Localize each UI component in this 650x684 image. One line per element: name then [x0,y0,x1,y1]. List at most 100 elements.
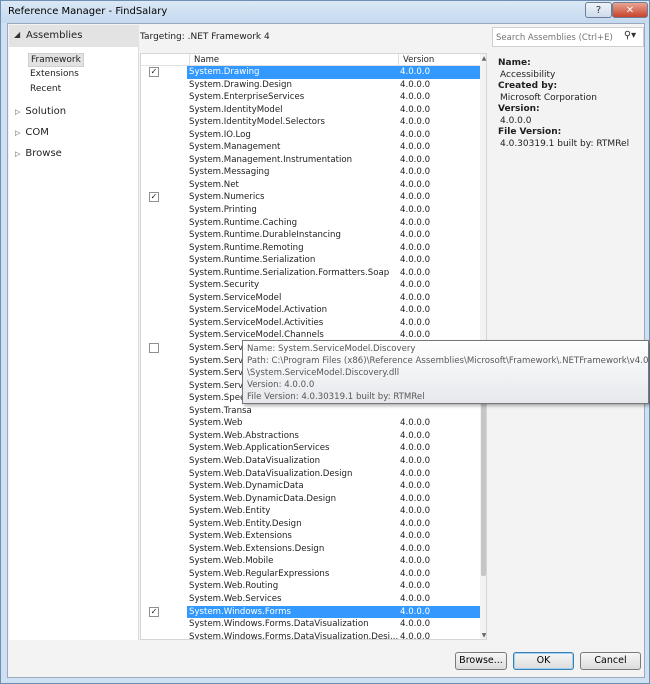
nav-item-framework[interactable]: Framework [28,53,84,67]
nav-item-recent[interactable]: Recent [28,83,63,95]
assembly-version: 4.0.0.0 [400,543,431,554]
table-row[interactable]: System.Printing 4.0.0.0 [141,204,480,217]
nav-group-browse[interactable]: ▷ Browse [15,148,62,159]
table-row[interactable]: System.Web.Extensions 4.0.0.0 [141,530,480,543]
table-row[interactable]: System.Web.Abstractions 4.0.0.0 [141,430,480,443]
assembly-name: System.Numerics [189,192,265,203]
scroll-up-arrow-icon[interactable]: ▲ [480,54,486,64]
table-row[interactable]: System.IdentityModel.Selectors 4.0.0.0 [141,116,480,129]
table-row[interactable]: System.Web.Services 4.0.0.0 [141,593,480,606]
search-box[interactable]: ⚲▾ [492,27,644,47]
assembly-version: 4.0.0.0 [400,619,431,630]
cancel-button[interactable]: Cancel [580,652,641,670]
table-row[interactable]: System.ServiceModel.Activation 4.0.0.0 [141,304,480,317]
reference-checkbox[interactable]: ✓ [149,67,159,77]
assembly-name: System.Web.Routing [189,581,279,592]
assembly-name: System.Web.ApplicationServices [189,443,330,454]
table-row[interactable]: System.Runtime.Serialization.Formatters.… [141,267,480,280]
table-row[interactable]: System.Web.Routing 4.0.0.0 [141,580,480,593]
help-button[interactable]: ? [585,2,612,18]
table-row[interactable]: System.Management 4.0.0.0 [141,141,480,154]
table-row[interactable]: System.Web.ApplicationServices 4.0.0.0 [141,442,480,455]
assembly-name: System.Windows.Forms [189,606,291,617]
table-row[interactable]: System.Web.DynamicData 4.0.0.0 [141,480,480,493]
nav-item-extensions[interactable]: Extensions [28,68,81,80]
table-row[interactable]: System.IdentityModel 4.0.0.0 [141,104,480,117]
detail-version-label: Version: [498,104,540,114]
table-row[interactable]: System.Web.Entity.Design 4.0.0.0 [141,518,480,531]
table-row[interactable]: System.Messaging 4.0.0.0 [141,166,480,179]
table-row[interactable]: System.Web.Mobile 4.0.0.0 [141,555,480,568]
detail-created-label: Created by: [498,81,558,91]
search-input[interactable] [496,31,614,44]
detail-version-value: 4.0.0.0 [500,115,532,126]
assembly-version: 4.0.0.0 [400,481,431,492]
table-row[interactable]: System.Management.Instrumentation 4.0.0.0 [141,154,480,167]
grid-header: Name Version [141,54,486,66]
detail-name-value: Accessibility [500,69,556,80]
detail-name-label: Name: [498,58,531,68]
table-row[interactable]: System.Windows.Forms.DataVisualization 4.… [141,618,480,631]
assembly-version: 4.0.0.0 [400,568,431,579]
table-row[interactable]: System.Web.Extensions.Design 4.0.0.0 [141,543,480,556]
assembly-version: 4.0.0.0 [400,167,431,178]
reference-checkbox[interactable] [149,343,159,354]
table-row[interactable]: ✓ System.Numerics 4.0.0.0 [141,191,480,204]
ok-button[interactable]: OK [513,652,574,670]
assembly-name: System.Web.Entity [189,506,271,517]
column-header-name[interactable]: Name [189,54,398,66]
close-button[interactable]: ✕ [612,2,648,18]
assembly-version: 4.0.0.0 [400,518,431,529]
table-row[interactable]: System.Web.DataVisualization.Design 4.0.0… [141,468,480,481]
details-pane: Name: Accessibility Created by: Microsof… [498,58,643,150]
assembly-name: System.ServiceModel.Activities [189,317,324,328]
table-row[interactable]: System.Web.DataVisualization 4.0.0.0 [141,455,480,468]
table-row[interactable]: System.Runtime.Remoting 4.0.0.0 [141,242,480,255]
table-row[interactable]: System.Web.Entity 4.0.0.0 [141,505,480,518]
scroll-down-arrow-icon[interactable]: ▼ [480,631,486,639]
table-row[interactable]: System.Web 4.0.0.0 [141,417,480,430]
table-row[interactable]: System.Drawing.Design 4.0.0.0 [141,79,480,92]
table-row[interactable]: System.ServiceModel.Activities 4.0.0.0 [141,317,480,330]
table-row[interactable]: ✓ System.Drawing 4.0.0.0 [141,66,480,79]
table-row[interactable]: System.Security 4.0.0.0 [141,279,480,292]
table-row[interactable]: System.Runtime.Serialization 4.0.0.0 [141,254,480,267]
table-row[interactable]: System.Runtime.Caching 4.0.0.0 [141,217,480,230]
assembly-version: 4.0.0.0 [400,631,431,640]
assembly-name: System.Runtime.Caching [189,217,298,228]
assembly-name: System.Web.DataVisualization [189,455,321,466]
table-row[interactable]: System.Web.DynamicData.Design 4.0.0.0 [141,493,480,506]
assembly-version: 4.0.0.0 [400,142,431,153]
search-icon[interactable]: ⚲▾ [619,30,641,44]
reference-checkbox[interactable]: ✓ [149,606,159,617]
nav-assemblies-header[interactable]: ◢ Assemblies [9,25,139,47]
table-row[interactable]: System.Net 4.0.0.0 [141,179,480,192]
assembly-name: System.Transa [189,405,252,416]
assembly-name: System.Web.DynamicData [189,481,304,492]
assembly-name: System.Management.Instrumentation [189,154,353,165]
assembly-version: 4.0.0.0 [400,79,431,90]
nav-group-com[interactable]: ▷ COM [15,127,49,138]
nav-group-solution[interactable]: ▷ Solution [15,106,66,117]
assembly-version: 4.0.0.0 [400,255,431,266]
column-header-version[interactable]: Version [398,54,478,66]
table-row[interactable]: System.IO.Log 4.0.0.0 [141,129,480,142]
browse-button[interactable]: Browse... [455,652,507,670]
table-row[interactable]: System.Windows.Forms.DataVisualization.D… [141,631,480,640]
table-row[interactable]: ✓ System.Windows.Forms 4.0.0.0 [141,605,480,619]
table-row[interactable]: System.Runtime.DurableInstancing 4.0.0.0 [141,229,480,242]
table-row[interactable]: System.EnterpriseServices 4.0.0.0 [141,91,480,104]
assembly-version: 4.0.0.0 [400,606,431,617]
reference-checkbox[interactable]: ✓ [149,192,159,203]
detail-file-version-label: File Version: [498,127,562,137]
table-row[interactable]: System.Web.RegularExpressions 4.0.0.0 [141,568,480,581]
title-bar[interactable]: Reference Manager - FindSalary ? ✕ [1,1,649,23]
assembly-version: 4.0.0.0 [400,205,431,216]
table-row[interactable]: System.Transa [141,405,480,418]
assembly-version: 4.0.0.0 [400,129,431,140]
assembly-name: System.Runtime.Serialization [189,255,316,266]
reference-manager-window: Reference Manager - FindSalary ? ✕ ◢ Ass… [0,0,650,684]
table-row[interactable]: System.ServiceModel 4.0.0.0 [141,292,480,305]
tooltip-line: Name: System.ServiceModel.Discovery [247,344,416,354]
category-navigation: ◢ Assemblies Framework Extensions Recent… [9,25,139,640]
